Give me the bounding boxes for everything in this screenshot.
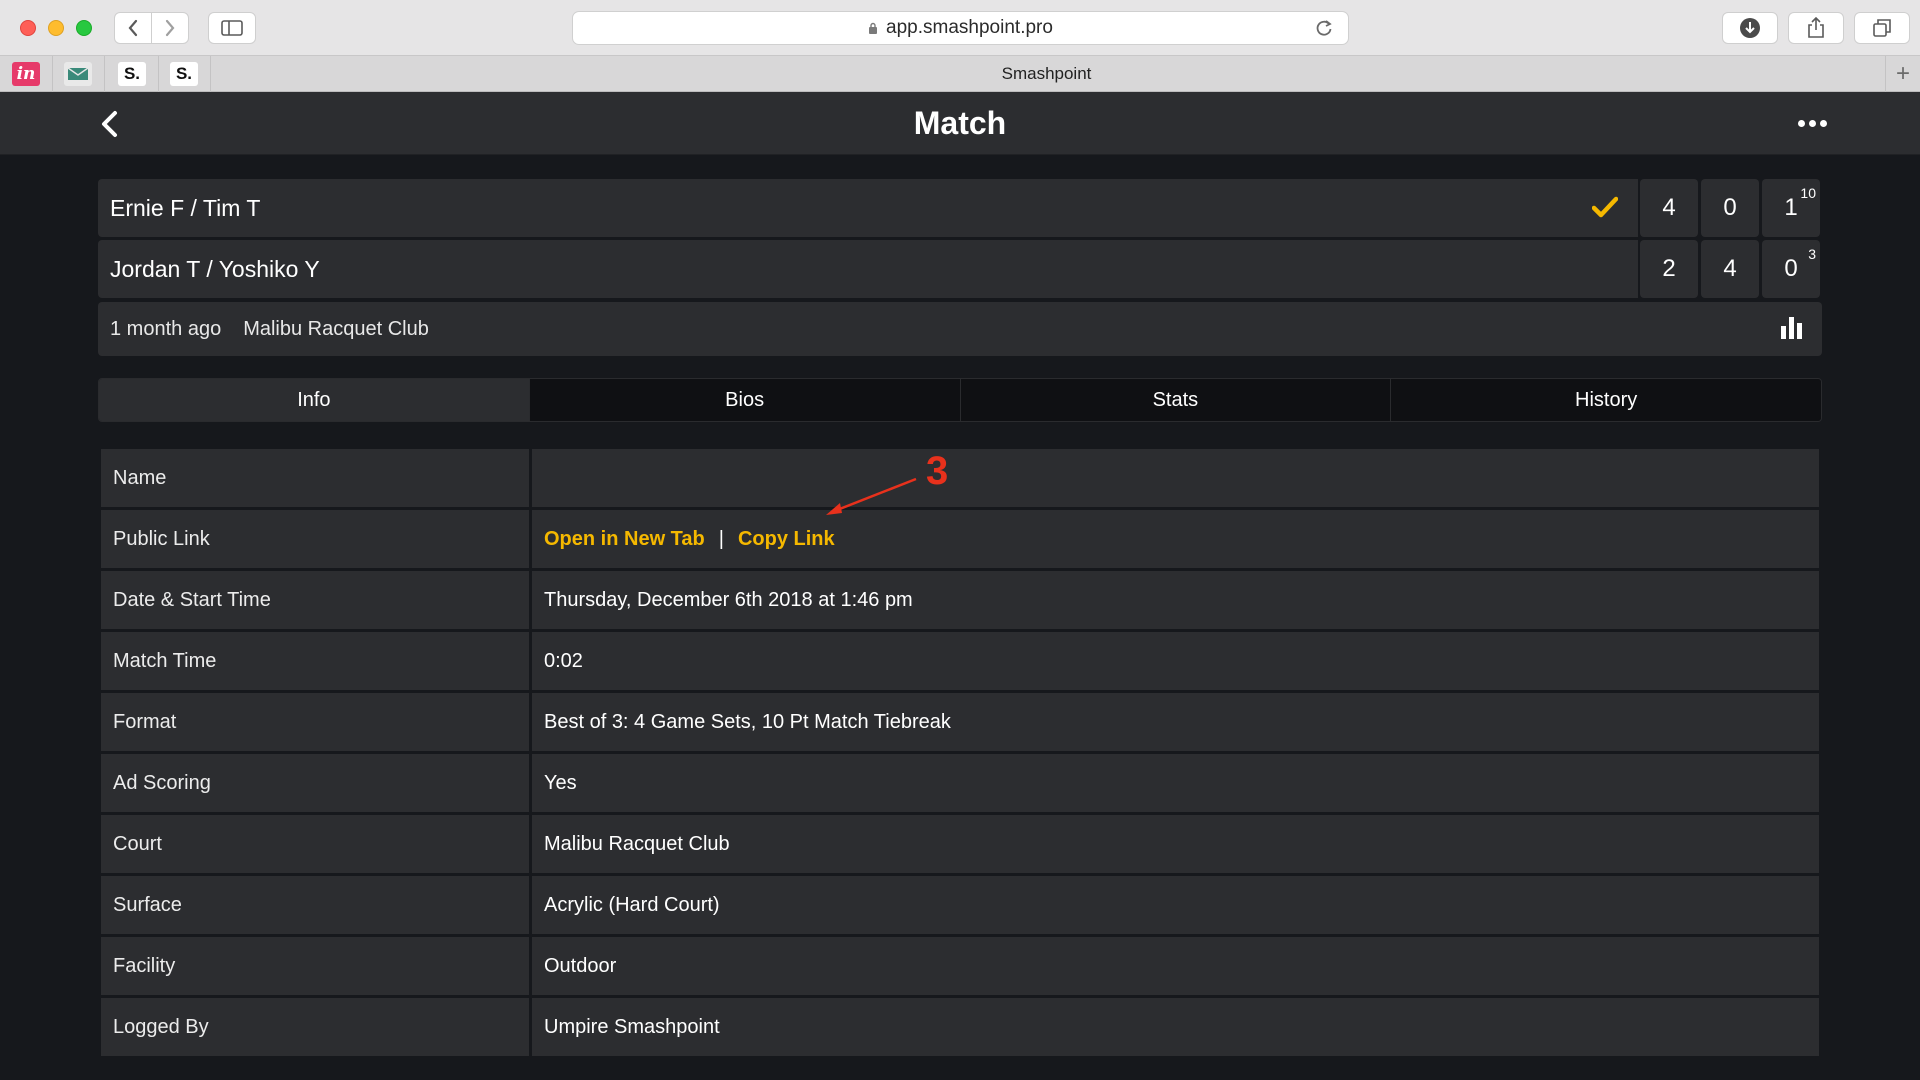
browser-forward-button[interactable] xyxy=(151,12,189,44)
tab-info[interactable]: Info xyxy=(99,379,529,421)
match-tabs: Info Bios Stats History xyxy=(98,378,1822,422)
set-score-text: 4 xyxy=(1662,194,1676,221)
tab-stats[interactable]: Stats xyxy=(959,379,1391,421)
info-label: Match Time xyxy=(101,632,529,690)
minimize-window-button[interactable] xyxy=(48,20,64,36)
zoom-window-button[interactable] xyxy=(76,20,92,36)
info-value: Acrylic (Hard Court) xyxy=(532,876,1819,934)
info-value: Yes xyxy=(532,754,1819,812)
team-2-set-2-score: 4 xyxy=(1701,240,1759,298)
favorite-smashpoint-2[interactable]: S. xyxy=(170,62,198,86)
set-score-text: 2 xyxy=(1662,255,1676,282)
team-2-set-1-score: 2 xyxy=(1640,240,1698,298)
winner-check-icon xyxy=(1592,196,1618,218)
info-row-court: Court Malibu Racquet Club xyxy=(101,815,1819,873)
favorite-smashpoint-1[interactable]: S. xyxy=(118,62,146,86)
downloads-button[interactable] xyxy=(1722,12,1778,44)
team-2-set-3-score: 0 3 xyxy=(1762,240,1820,298)
set-score-text: 4 xyxy=(1723,255,1737,282)
info-label: Public Link xyxy=(101,510,529,568)
more-dot-icon xyxy=(1809,120,1816,127)
info-row-public-link: Public Link Open in New Tab | Copy Link xyxy=(101,510,1819,568)
set-score-text: 0 xyxy=(1784,255,1798,282)
show-tabs-button[interactable] xyxy=(1854,12,1910,44)
chevron-left-icon xyxy=(128,19,138,37)
info-row-match-time: Match Time 0:02 xyxy=(101,632,1819,690)
new-tab-button[interactable]: + xyxy=(1885,56,1920,92)
team-2-name-row: Jordan T / Yoshiko Y xyxy=(98,240,1638,298)
plus-icon: + xyxy=(1895,60,1910,87)
page-title: Match xyxy=(913,105,1007,141)
match-meta-row: 1 month ago Malibu Racquet Club xyxy=(98,302,1822,356)
reload-icon[interactable] xyxy=(1314,18,1334,38)
match-venue: Malibu Racquet Club xyxy=(243,317,429,340)
info-value: Malibu Racquet Club xyxy=(532,815,1819,873)
annotation-number: 3 xyxy=(926,449,949,493)
tabs-overview-icon xyxy=(1873,19,1891,37)
favorite-invision[interactable]: in xyxy=(12,62,40,86)
info-row-format: Format Best of 3: 4 Game Sets, 10 Pt Mat… xyxy=(101,693,1819,751)
info-row-surface: Surface Acrylic (Hard Court) xyxy=(101,876,1819,934)
tiebreak-score: 10 xyxy=(1800,185,1816,201)
info-row-logged-by: Logged By Umpire Smashpoint xyxy=(101,998,1819,1056)
app-header: Match xyxy=(0,92,1920,155)
bar-chart-icon[interactable] xyxy=(1781,317,1802,339)
info-row-facility: Facility Outdoor xyxy=(101,937,1819,995)
info-value xyxy=(532,449,1819,507)
browser-toolbar: app.smashpoint.pro xyxy=(0,0,1920,56)
info-row-name: Name xyxy=(101,449,1819,507)
browser-back-button[interactable] xyxy=(114,12,152,44)
set-score-text: 0 xyxy=(1723,194,1737,221)
address-bar[interactable]: app.smashpoint.pro xyxy=(572,11,1349,45)
info-value: Best of 3: 4 Game Sets, 10 Pt Match Tieb… xyxy=(532,693,1819,751)
info-label: Ad Scoring xyxy=(101,754,529,812)
info-row-date-start-time: Date & Start Time Thursday, December 6th… xyxy=(101,571,1819,629)
info-value: Umpire Smashpoint xyxy=(532,998,1819,1056)
team-1-set-3-score: 1 10 xyxy=(1762,179,1820,237)
info-value: Outdoor xyxy=(532,937,1819,995)
tab-history[interactable]: History xyxy=(1390,379,1821,421)
sidebar-icon xyxy=(221,20,243,36)
active-tab-title[interactable]: Smashpoint xyxy=(210,56,1883,92)
info-value: 0:02 xyxy=(532,632,1819,690)
info-label: Court xyxy=(101,815,529,873)
info-label: Name xyxy=(101,449,529,507)
team-1-name: Ernie F / Tim T xyxy=(110,194,261,221)
favorite-bookmark[interactable] xyxy=(64,62,92,86)
info-value-public-link: Open in New Tab | Copy Link xyxy=(532,510,1819,568)
tab-bios[interactable]: Bios xyxy=(528,379,960,421)
team-1-set-2-score: 0 xyxy=(1701,179,1759,237)
info-label: Date & Start Time xyxy=(101,571,529,629)
address-text: app.smashpoint.pro xyxy=(886,17,1053,38)
info-row-ad-scoring: Ad Scoring Yes xyxy=(101,754,1819,812)
info-label: Surface xyxy=(101,876,529,934)
chevron-right-icon xyxy=(165,19,175,37)
set-score-text: 1 xyxy=(1784,194,1798,221)
info-label: Format xyxy=(101,693,529,751)
sidebar-toggle-button[interactable] xyxy=(208,12,256,44)
match-time-ago: 1 month ago xyxy=(110,317,222,340)
download-icon xyxy=(1740,18,1760,38)
open-in-new-tab-link[interactable]: Open in New Tab xyxy=(544,528,705,551)
envelope-icon xyxy=(67,67,89,80)
link-separator: | xyxy=(718,527,724,550)
close-window-button[interactable] xyxy=(20,20,36,36)
share-icon xyxy=(1808,17,1824,38)
more-options-button[interactable] xyxy=(1798,120,1827,127)
team-1-set-1-score: 4 xyxy=(1640,179,1698,237)
info-label: Facility xyxy=(101,937,529,995)
info-label: Logged By xyxy=(101,998,529,1056)
lock-icon xyxy=(869,22,878,34)
tiebreak-score: 3 xyxy=(1808,246,1816,262)
more-dot-icon xyxy=(1798,120,1805,127)
info-value: Thursday, December 6th 2018 at 1:46 pm xyxy=(532,571,1819,629)
more-dot-icon xyxy=(1820,120,1827,127)
team-2-name: Jordan T / Yoshiko Y xyxy=(110,255,320,282)
tab-strip: in S. S. Smashpoint + xyxy=(0,56,1920,92)
copy-link-link[interactable]: Copy Link xyxy=(738,528,835,551)
share-button[interactable] xyxy=(1788,12,1844,44)
team-1-name-row: Ernie F / Tim T xyxy=(98,179,1638,237)
